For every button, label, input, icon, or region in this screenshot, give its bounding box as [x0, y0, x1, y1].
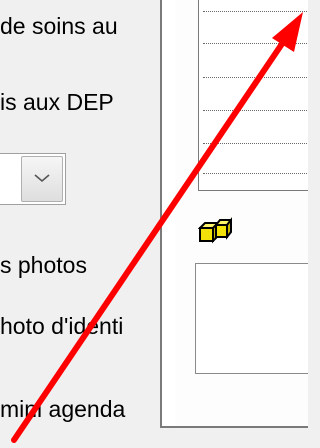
- combo-box[interactable]: [0, 153, 66, 205]
- combo-box-dropdown-button[interactable]: [21, 156, 63, 202]
- list-row-divider: [203, 110, 308, 111]
- checkbox-label-identite[interactable]: hoto d'identi: [0, 312, 123, 340]
- checkbox-label-agenda[interactable]: mini agenda: [0, 395, 125, 423]
- notes-text-area[interactable]: [195, 263, 308, 374]
- checkbox-label-photos[interactable]: s photos: [0, 251, 87, 279]
- yellow-cubes-icon[interactable]: [197, 217, 234, 250]
- list-row-divider: [203, 173, 308, 174]
- chevron-down-icon: [34, 174, 50, 183]
- checkbox-label-soins[interactable]: de soins au: [0, 12, 118, 40]
- list-row-divider: [203, 143, 308, 144]
- list-row-divider: [203, 11, 308, 12]
- screenshot-stage: de soins au is aux DEP s photos hoto d'i…: [0, 0, 308, 448]
- checkbox-label-dep[interactable]: is aux DEP: [0, 88, 114, 116]
- list-box[interactable]: [198, 0, 308, 191]
- list-row-divider: [203, 43, 308, 44]
- list-row-divider: [203, 77, 308, 78]
